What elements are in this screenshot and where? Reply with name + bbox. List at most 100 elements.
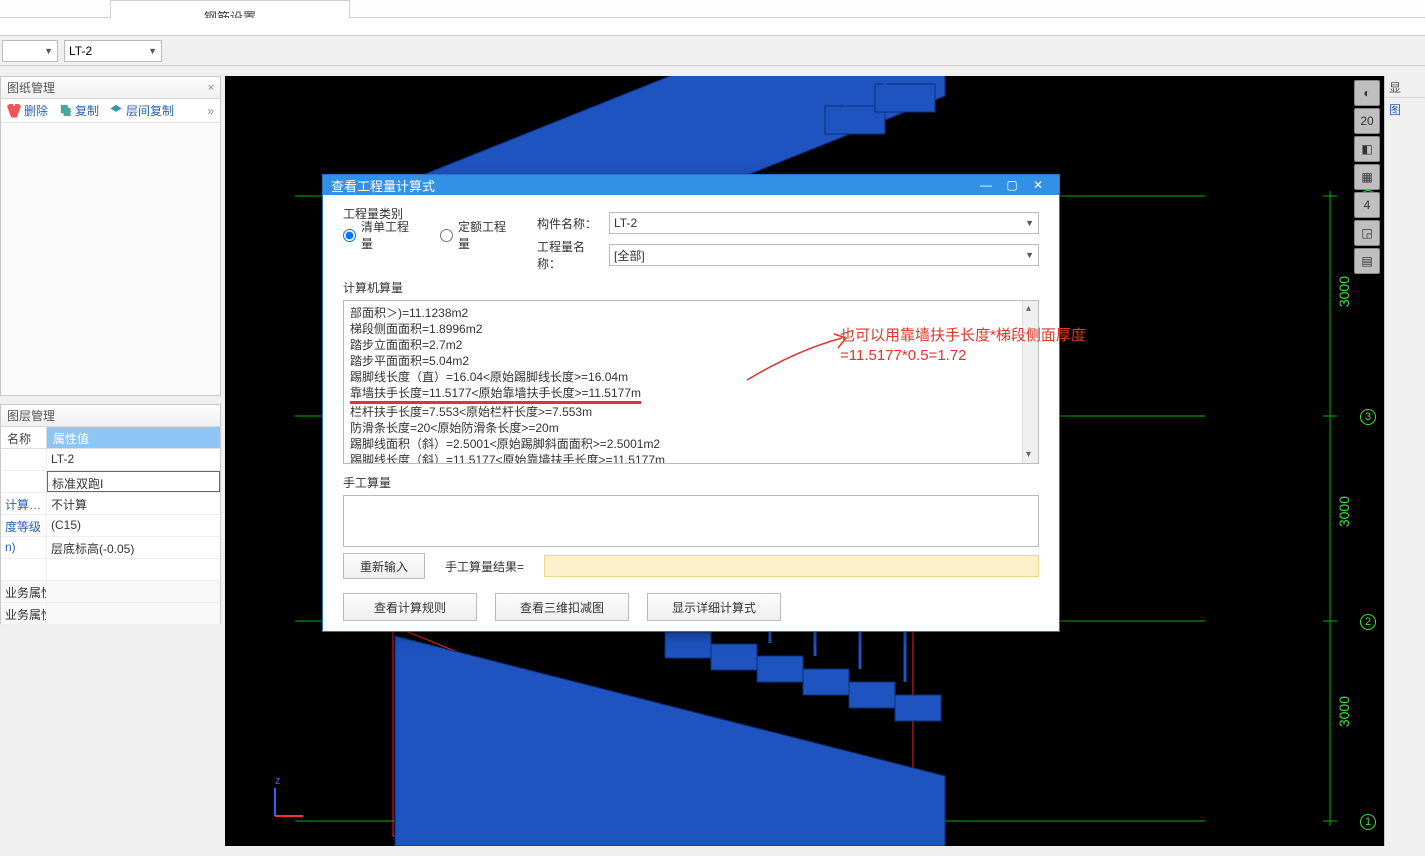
grid-marker: 3 <box>1360 409 1376 425</box>
component-name-select[interactable]: LT-2 ▼ <box>609 212 1039 234</box>
layer-icon <box>109 104 123 118</box>
radio-norm-quantity[interactable]: 定额工程量 <box>440 218 507 252</box>
manual-calc-label: 手工算量 <box>343 474 1039 491</box>
property-value[interactable] <box>47 559 220 580</box>
radio-list-quantity[interactable]: 清单工程量 <box>343 218 410 252</box>
component-name-label: 构件名称： <box>537 215 601 232</box>
right-docked-panel: 显 图 <box>1384 76 1425 846</box>
chevron-down-icon: ▼ <box>148 46 157 56</box>
scrollbar[interactable] <box>1022 301 1038 463</box>
dialog-body: 工程量类别 清单工程量 定额工程量 构件名称： LT-2 ▼ 工程量名称： <box>323 195 1059 631</box>
property-name <box>1 471 47 492</box>
layer-copy-button[interactable]: 层间复制 <box>109 102 174 119</box>
layers-panel-title-text: 图层管理 <box>7 407 55 424</box>
quantity-name-label: 工程量名称： <box>537 238 601 272</box>
view-tool-4[interactable]: 4 <box>1354 192 1380 218</box>
property-name: n) <box>1 537 47 558</box>
property-row[interactable]: 业务属性 <box>1 581 220 603</box>
property-row[interactable]: 计算…不计算 <box>1 493 220 515</box>
drawings-panel-title: 图纸管理 × <box>1 77 220 99</box>
calc-line: 靠墙扶手长度=11.5177<原始靠墙扶手长度>=11.5177m <box>350 385 1032 404</box>
property-name <box>1 449 47 470</box>
view-tool-zoom[interactable]: 20 <box>1354 108 1380 134</box>
property-row[interactable]: 标准双跑I <box>1 471 220 493</box>
calc-line: 踏步平面面积=5.04m2 <box>350 353 1032 369</box>
view-tool-iso[interactable]: ◧ <box>1354 136 1380 162</box>
show-detail-formula-button[interactable]: 显示详细计算式 <box>647 593 781 621</box>
grid-marker: 2 <box>1360 614 1376 630</box>
computer-calc-label: 计算机算量 <box>343 279 1039 296</box>
maximize-button[interactable]: ▢ <box>999 175 1025 195</box>
computer-calc-box[interactable]: 部面积＞)=11.1238m2梯段侧面面积=1.8996m2踏步立面面积=2.7… <box>343 300 1039 464</box>
calc-line: 踏步立面面积=2.7m2 <box>350 337 1032 353</box>
dialog-title: 查看工程量计算式 <box>331 176 435 195</box>
chevron-down-icon: ▼ <box>44 46 53 56</box>
right-panel-item[interactable]: 图 <box>1385 98 1425 120</box>
view-calc-rules-button[interactable]: 查看计算规则 <box>343 593 477 621</box>
svg-text:z: z <box>275 775 281 787</box>
view-tool-grid[interactable]: ▤ <box>1354 248 1380 274</box>
layers-panel-title: 图层管理 <box>1 405 220 427</box>
dimension-label: 3000 <box>1336 496 1352 527</box>
property-value[interactable]: 不计算 <box>47 493 220 514</box>
chevron-down-icon: ▼ <box>1025 218 1034 228</box>
close-button[interactable]: ✕ <box>1025 175 1051 195</box>
selector-2-value: LT-2 <box>69 44 92 58</box>
property-value[interactable] <box>47 603 220 624</box>
property-value[interactable] <box>47 581 220 602</box>
property-value[interactable]: (C15) <box>47 515 220 536</box>
copy-icon <box>58 104 72 118</box>
right-panel-title: 显 <box>1385 76 1425 98</box>
drawings-toolbar: 删除 复制 层间复制 » <box>1 99 220 123</box>
property-name: 度等级 <box>1 515 47 536</box>
dimension-label: 3000 <box>1336 696 1352 727</box>
property-name: 业务属性 <box>1 581 47 602</box>
property-value[interactable]: 标准双跑I <box>47 471 220 492</box>
manual-result-field[interactable] <box>544 555 1039 577</box>
close-icon[interactable]: × <box>208 82 214 94</box>
property-header-value[interactable]: 属性值 <box>47 427 220 448</box>
property-header-name[interactable]: 名称 <box>1 427 47 448</box>
property-header: 名称 属性值 <box>1 427 220 449</box>
quantity-formula-dialog: 查看工程量计算式 — ▢ ✕ 工程量类别 清单工程量 定额工程量 构件名称： L… <box>322 174 1060 632</box>
delete-button[interactable]: 删除 <box>7 102 48 119</box>
minimize-button[interactable]: — <box>973 175 999 195</box>
calc-line: 踢脚线长度（斜）=11.5177<原始靠墙扶手长度>=11.5177m <box>350 452 1032 464</box>
property-name: 业务属性 <box>1 603 47 624</box>
property-row[interactable]: LT-2 <box>1 449 220 471</box>
manual-calc-box[interactable] <box>343 495 1039 547</box>
calc-line: 梯段侧面面积=1.8996m2 <box>350 321 1032 337</box>
ribbon-background <box>0 18 1425 36</box>
dimension-label: 3000 <box>1336 276 1352 307</box>
delete-icon <box>7 104 21 118</box>
top-tab-strip: 钢筋设置 <box>0 0 1425 18</box>
calc-line: 踢脚线面积（斜）=2.5001<原始踢脚斜面面积>=2.5001m2 <box>350 436 1032 452</box>
reenter-button[interactable]: 重新输入 <box>343 553 425 579</box>
property-row[interactable]: 业务属性 <box>1 603 220 625</box>
drawings-panel: 图纸管理 × 删除 复制 层间复制 » <box>0 76 221 396</box>
dialog-titlebar[interactable]: 查看工程量计算式 — ▢ ✕ <box>323 175 1059 195</box>
property-name <box>1 559 47 580</box>
radio-list-quantity-input[interactable] <box>343 229 356 242</box>
selector-2[interactable]: LT-2 ▼ <box>64 40 162 62</box>
copy-button[interactable]: 复制 <box>58 102 99 119</box>
calc-line: 栏杆扶手长度=7.553<原始栏杆长度>=7.553m <box>350 404 1032 420</box>
property-row[interactable] <box>1 559 220 581</box>
view-tool-sel[interactable]: ◲ <box>1354 220 1380 246</box>
property-value[interactable]: 层底标高(-0.05) <box>47 537 220 558</box>
view-tool-orbit[interactable]: ◐ <box>1354 80 1380 106</box>
selector-1[interactable]: ▼ <box>2 40 58 62</box>
view-tool-top[interactable]: ▦ <box>1354 164 1380 190</box>
drawings-panel-title-text: 图纸管理 <box>7 79 55 96</box>
view-3d-deduction-button[interactable]: 查看三维扣减图 <box>495 593 629 621</box>
calc-line: 部面积＞)=11.1238m2 <box>350 305 1032 321</box>
property-row[interactable]: n)层底标高(-0.05) <box>1 537 220 559</box>
property-row[interactable]: 度等级(C15) <box>1 515 220 537</box>
chevron-right-icon[interactable]: » <box>207 104 214 118</box>
radio-norm-quantity-input[interactable] <box>440 229 453 242</box>
property-value[interactable]: LT-2 <box>47 449 220 470</box>
selector-strip: ▼ LT-2 ▼ <box>0 36 1425 66</box>
layers-panel: 图层管理 名称 属性值 LT-2标准双跑I计算…不计算度等级(C15)n)层底标… <box>0 404 221 624</box>
property-name: 计算… <box>1 493 47 514</box>
quantity-name-select[interactable]: [全部] ▼ <box>609 244 1039 266</box>
